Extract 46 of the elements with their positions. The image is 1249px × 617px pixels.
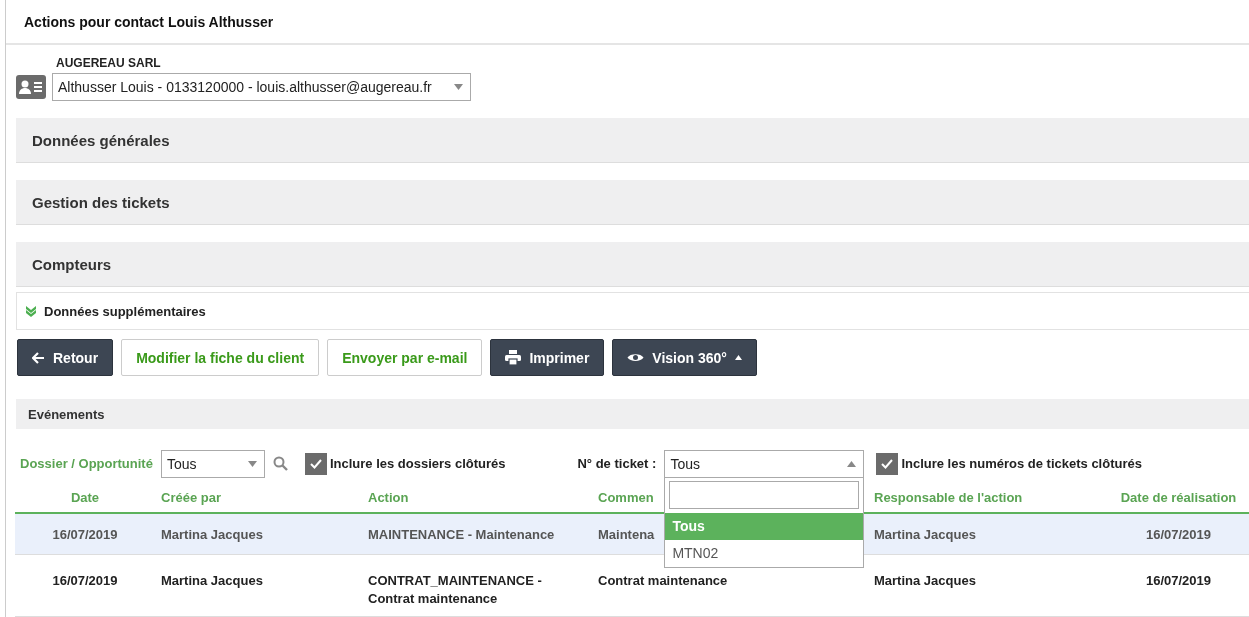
checkbox[interactable] [876, 452, 899, 475]
caret-icon [847, 460, 857, 467]
ticket-select[interactable]: Tous [664, 449, 865, 478]
double-chevron-icon [25, 305, 37, 317]
section-header[interactable]: Données générales [16, 118, 1249, 163]
checkbox-label: Inclure les numéros de tickets clôturés [901, 456, 1142, 471]
check-icon [880, 457, 895, 470]
arrow-left-icon [32, 351, 45, 364]
table-cell: Martina Jacques [874, 573, 976, 588]
action-button[interactable]: Envoyer par e-mail [327, 339, 483, 376]
table-cell: Maintena [598, 527, 655, 542]
contact-select[interactable]: Althusser Louis - 0133120000 - louis.althusser@augereau.fr [52, 73, 471, 101]
table-cell: Martina Jacques [161, 527, 263, 542]
caret-icon [454, 84, 463, 90]
section-header[interactable]: Gestion des tickets [16, 180, 1249, 225]
caret-icon [247, 460, 257, 467]
action-button[interactable]: Modifier la fiche du client [121, 339, 320, 376]
checkbox[interactable] [304, 452, 327, 475]
table-cell: Martina Jacques [874, 527, 976, 542]
table-cell: 16/07/2019 [1145, 573, 1212, 588]
table-cell: Contrat maintenance [598, 573, 728, 588]
table-cell: 16/07/2019 [52, 573, 118, 588]
table-cell: CONTRAT_MAINTENANCE - Contrat maintenance [368, 573, 542, 606]
table-cell: 16/07/2019 [1145, 527, 1212, 542]
dropdown-search-field[interactable] [669, 480, 860, 509]
company-name: AUGEREAU SARL [56, 56, 162, 70]
events-header: Evénements [16, 399, 1249, 429]
eye-icon [627, 352, 645, 363]
action-button[interactable]: Imprimer [490, 339, 605, 376]
dossier-select[interactable]: Tous [160, 449, 265, 478]
action-button[interactable]: Retour [17, 339, 114, 376]
section-header[interactable]: Compteurs [16, 242, 1249, 287]
window-title: Actions pour contact Louis Althusser [24, 13, 274, 30]
contact-card-icon [16, 75, 46, 99]
table-cell: Martina Jacques [161, 573, 263, 588]
section-header[interactable]: Données supplémentaires [16, 292, 1249, 330]
check-icon [308, 457, 323, 470]
printer-icon [505, 350, 522, 365]
table-cell: 16/07/2019 [52, 527, 118, 542]
search-icon[interactable] [272, 456, 288, 471]
checkbox-label: Inclure les dossiers clôturés [329, 456, 506, 471]
table-cell: MAINTENANCE - Maintenance [368, 527, 555, 542]
filter-label: Dossier / Opportunité [20, 456, 153, 471]
caret-up-icon [734, 355, 742, 360]
filter-label: N° de ticket : [577, 456, 657, 471]
action-button[interactable]: Vision 360° [612, 339, 757, 376]
